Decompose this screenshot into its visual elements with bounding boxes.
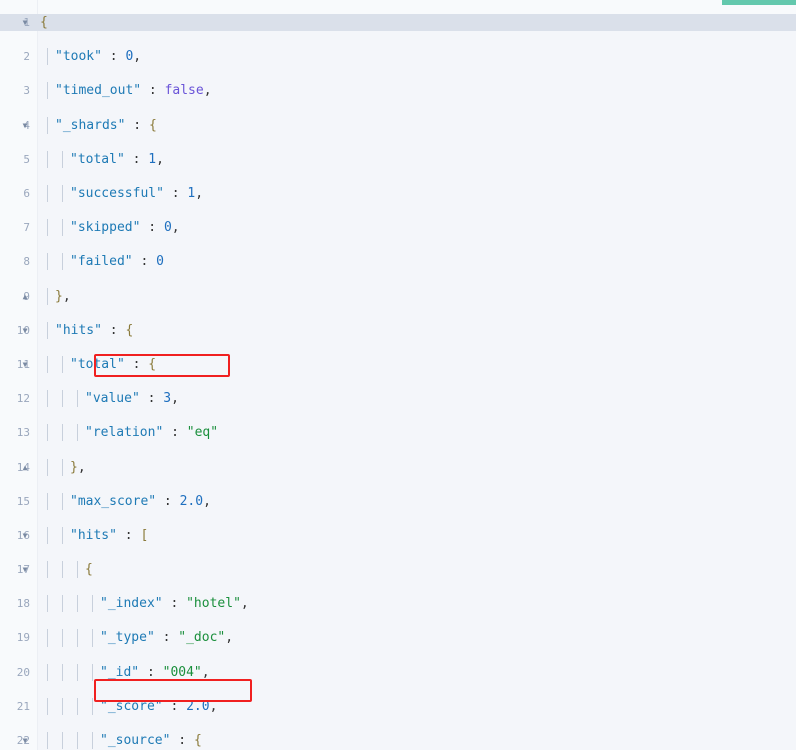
code-line[interactable]: 5 "total" : 1, xyxy=(0,150,796,168)
line-number: 3 xyxy=(23,84,30,98)
code-text: "relation" : "eq" xyxy=(85,425,219,441)
fold-expanded-icon[interactable]: ▼ xyxy=(18,732,32,749)
code-line[interactable]: 1 ▼{ xyxy=(0,14,796,32)
code-text: "failed" : 0 xyxy=(70,254,164,270)
fold-expanded-icon[interactable]: ▼ xyxy=(18,527,32,544)
code-text: "total" : 1, xyxy=(70,151,164,167)
code-line[interactable]: 2 "took" : 0, xyxy=(0,48,796,66)
code-text: "value" : 3, xyxy=(85,391,179,407)
code-line[interactable]: 15 "max_score" : 2.0, xyxy=(0,492,796,510)
code-text: { xyxy=(85,562,93,578)
code-text: "_index" : "hotel", xyxy=(100,596,249,612)
fold-collapsed-icon[interactable]: ▲ xyxy=(18,288,32,305)
code-text: "_id" : "004", xyxy=(100,664,210,680)
code-line[interactable]: 22 ▼ "_source" : { xyxy=(0,732,796,750)
code-text: "successful" : 1, xyxy=(70,185,204,201)
code-line[interactable]: 10 ▼ "hits" : { xyxy=(0,321,796,339)
json-response-viewer[interactable]: 1 ▼{2 "took" : 0, 3 "timed_out" : false, 4 ▼ "_… xyxy=(0,0,796,750)
code-line[interactable]: 11 ▼ "total" : { xyxy=(0,355,796,374)
line-number: 18 xyxy=(16,597,30,611)
code-line[interactable]: 8 "failed" : 0 xyxy=(0,253,796,271)
line-number: 21 xyxy=(16,699,30,713)
line-number: 8 xyxy=(23,255,30,269)
fold-expanded-icon[interactable]: ▼ xyxy=(18,14,32,31)
code-text: "_score" : 2.0, xyxy=(100,698,218,714)
editor-top-strip xyxy=(0,0,796,14)
code-text: "_source" : { xyxy=(100,733,202,749)
line-number: 13 xyxy=(16,426,30,440)
code-line[interactable]: 17 ▼{ xyxy=(0,561,796,579)
code-text: }, xyxy=(70,459,86,475)
code-text: "hits" : { xyxy=(55,322,134,338)
code-lines-container[interactable]: 1 ▼{2 "took" : 0, 3 "timed_out" : false, 4 ▼ "_… xyxy=(0,14,796,750)
code-line[interactable]: 6 "successful" : 1, xyxy=(0,184,796,203)
code-line[interactable]: 20 "_id" : "004", xyxy=(0,663,796,681)
code-text: "total" : { xyxy=(70,356,157,372)
code-text: "skipped" : 0, xyxy=(70,220,180,236)
code-line[interactable]: 16 ▼ "hits" : [ xyxy=(0,526,796,544)
tab-active-indicator xyxy=(722,0,796,5)
line-number: 12 xyxy=(16,392,30,406)
line-number: 7 xyxy=(23,221,30,235)
code-line[interactable]: 21 "_score" : 2.0, xyxy=(0,697,796,715)
code-text: "_type" : "_doc", xyxy=(100,630,234,646)
code-line[interactable]: 12 "value" : 3, xyxy=(0,390,796,408)
line-number: 5 xyxy=(23,152,30,166)
code-text: "hits" : [ xyxy=(70,527,149,543)
fold-expanded-icon[interactable]: ▼ xyxy=(18,322,32,339)
fold-collapsed-icon[interactable]: ▲ xyxy=(18,459,32,476)
line-number: 15 xyxy=(16,494,30,508)
code-line[interactable]: 19 "_type" : "_doc", xyxy=(0,629,796,647)
line-number: 19 xyxy=(16,631,30,645)
code-text: "timed_out" : false, xyxy=(55,83,212,99)
code-line[interactable]: 18 "_index" : "hotel", xyxy=(0,595,796,613)
fold-expanded-icon[interactable]: ▼ xyxy=(18,117,32,134)
line-number: 20 xyxy=(16,665,30,679)
code-text: "_shards" : { xyxy=(55,117,157,133)
code-text: }, xyxy=(55,288,71,304)
line-number: 2 xyxy=(23,50,30,64)
fold-expanded-icon[interactable]: ▼ xyxy=(18,561,32,578)
code-text: { xyxy=(40,15,48,30)
code-line[interactable]: 4 ▼ "_shards" : { xyxy=(0,116,796,134)
code-line[interactable]: 9 ▲}, xyxy=(0,287,796,305)
code-text: "took" : 0, xyxy=(55,49,142,65)
code-line[interactable]: 14 ▲}, xyxy=(0,458,796,476)
code-line[interactable]: 7 "skipped" : 0, xyxy=(0,219,796,237)
fold-expanded-icon[interactable]: ▼ xyxy=(18,356,32,373)
code-text: "max_score" : 2.0, xyxy=(70,493,211,509)
code-line[interactable]: 3 "timed_out" : false, xyxy=(0,82,796,100)
line-number: 6 xyxy=(23,186,30,200)
code-line[interactable]: 13 "relation" : "eq" xyxy=(0,424,796,442)
